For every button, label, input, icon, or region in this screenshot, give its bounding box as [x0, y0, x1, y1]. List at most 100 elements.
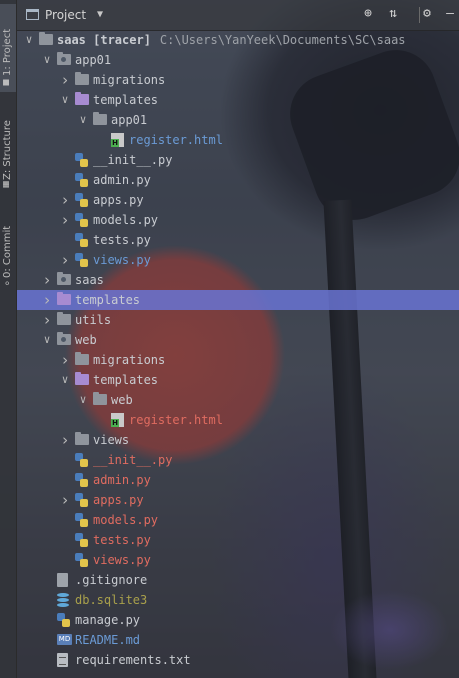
folder-icon [75, 432, 89, 445]
tree-file-row[interactable]: › apps.py [17, 190, 459, 210]
tab-commit[interactable]: 0: Commit ⚬ [0, 220, 16, 292]
tree-item-label: views.py [93, 553, 151, 567]
tree-folder-row[interactable]: ∨ templates [17, 370, 459, 390]
chevron-down-icon[interactable]: ∨ [23, 30, 35, 50]
tree-item-label: tests.py [93, 233, 151, 247]
folder-icon [57, 332, 71, 345]
tree-folder-row[interactable]: ∨ web [17, 330, 459, 350]
tree-file-row[interactable]: db.sqlite3 [17, 590, 459, 610]
project-view-selector[interactable]: Project [45, 8, 86, 22]
tree-file-row[interactable]: tests.py [17, 230, 459, 250]
target-icon[interactable]: ⊕ [360, 6, 376, 22]
collapse-all-icon[interactable]: ⇅ [385, 6, 401, 22]
tree-file-row[interactable]: .gitignore [17, 570, 459, 590]
tree-item-label: admin.py [93, 173, 151, 187]
project-path: C:\Users\YanYeek\Documents\SC\saas [159, 33, 406, 47]
chevron-right-icon[interactable]: › [41, 310, 53, 330]
tree-folder-row[interactable]: › templates [17, 290, 459, 310]
tree-item-label: register.html [129, 413, 223, 427]
tree-item-label: apps.py [93, 193, 144, 207]
python-file-icon [57, 613, 70, 627]
tree-item-label: models.py [93, 213, 159, 227]
tree-file-row[interactable]: › models.py [17, 210, 459, 230]
tree-file-row[interactable]: views.py [17, 550, 459, 570]
tree-folder-row[interactable]: › views [17, 430, 459, 450]
tree-item-label: requirements.txt [75, 653, 191, 667]
chevron-down-icon[interactable]: ∨ [41, 330, 53, 350]
folder-icon [57, 312, 71, 325]
tree-file-row[interactable]: › views.py [17, 250, 459, 270]
chevron-right-icon[interactable]: › [59, 250, 71, 270]
chevron-down-icon[interactable]: ∨ [41, 50, 53, 70]
tree-item-label: web [75, 333, 97, 347]
python-file-icon [75, 513, 88, 527]
tab-project[interactable]: 1: Project ■ [0, 4, 16, 92]
tree-item-label: utils [75, 313, 112, 327]
tree-item-label: views [93, 433, 130, 447]
tree-item-label: templates [75, 293, 141, 307]
structure-icon: ▦ [3, 179, 10, 190]
tree-file-row[interactable]: Hregister.html [17, 130, 459, 150]
tool-window-strip: 1: Project ■ Z: Structure ▦ 0: Commit ⚬ [0, 0, 17, 678]
chevron-down-icon[interactable]: ∨ [77, 390, 89, 410]
tree-item-label: register.html [129, 133, 223, 147]
chevron-right-icon[interactable]: › [59, 210, 71, 230]
tree-file-row[interactable]: __init__.py [17, 150, 459, 170]
tree-folder-row[interactable]: ∨ templates [17, 90, 459, 110]
tree-file-row[interactable]: MD README.md [17, 630, 459, 650]
minimize-icon[interactable]: – [442, 6, 458, 22]
markdown-file-icon: MD [57, 634, 72, 645]
tree-item-label: saas [75, 273, 104, 287]
chevron-right-icon[interactable]: › [41, 290, 53, 310]
chevron-down-icon[interactable]: ∨ [59, 90, 71, 110]
chevron-right-icon[interactable]: › [59, 430, 71, 450]
chevron-right-icon[interactable]: › [59, 70, 71, 90]
tree-file-row[interactable]: admin.py [17, 170, 459, 190]
tree-item-label: __init__.py [93, 153, 173, 167]
tree-folder-row[interactable]: › saas [17, 270, 459, 290]
tree-file-row[interactable]: requirements.txt [17, 650, 459, 670]
tree-item-label: web [111, 393, 133, 407]
tree-file-row[interactable]: › apps.py [17, 490, 459, 510]
tree-item-label: manage.py [75, 613, 141, 627]
tree-file-row[interactable]: Hregister.html [17, 410, 459, 430]
tree-folder-row[interactable]: ∨ app01 [17, 50, 459, 70]
tree-file-row[interactable]: manage.py [17, 610, 459, 630]
tree-folder-row[interactable]: › migrations [17, 350, 459, 370]
tree-item-label: templates [93, 373, 159, 387]
project-toolbar: Project ▼ ⊕ ⇅ ⚙ – [17, 0, 459, 31]
tree-folder-row[interactable]: › utils [17, 310, 459, 330]
chevron-down-icon[interactable]: ∨ [59, 370, 71, 390]
folder-icon [39, 32, 53, 45]
tab-structure[interactable]: Z: Structure ▦ [0, 110, 16, 192]
tree-folder-row[interactable]: ∨ saas [tracer] C:\Users\YanYeek\Documents… [17, 30, 459, 50]
tab-structure-label: Z: Structure [2, 120, 13, 180]
gear-icon[interactable]: ⚙ [419, 6, 435, 22]
tree-file-row[interactable]: models.py [17, 510, 459, 530]
chevron-down-icon[interactable]: ▼ [97, 9, 103, 20]
tab-commit-label: 0: Commit [2, 225, 13, 278]
text-file-icon [57, 653, 68, 667]
tree-folder-row[interactable]: › migrations [17, 70, 459, 90]
tree-item-label: saas [tracer] [57, 33, 151, 47]
tree-item-label: apps.py [93, 493, 144, 507]
tree-folder-row[interactable]: ∨ app01 [17, 110, 459, 130]
tree-item-label: README.md [75, 633, 141, 647]
folder-icon [57, 292, 71, 305]
tree-folder-row[interactable]: ∨ web [17, 390, 459, 410]
tree-file-row[interactable]: __init__.py [17, 450, 459, 470]
chevron-right-icon[interactable]: › [59, 350, 71, 370]
folder-icon [75, 92, 89, 105]
tree-item-label: .gitignore [75, 573, 148, 587]
chevron-down-icon[interactable]: ∨ [77, 110, 89, 130]
tree-file-row[interactable]: tests.py [17, 530, 459, 550]
chevron-right-icon[interactable]: › [41, 270, 53, 290]
tree-file-row[interactable]: admin.py [17, 470, 459, 490]
chevron-right-icon[interactable]: › [59, 490, 71, 510]
python-file-icon [75, 193, 88, 207]
gitignore-file-icon [57, 573, 68, 587]
tree-item-label: migrations [93, 353, 166, 367]
folder-icon [75, 372, 89, 385]
chevron-right-icon[interactable]: › [59, 190, 71, 210]
folder-icon [93, 392, 107, 405]
